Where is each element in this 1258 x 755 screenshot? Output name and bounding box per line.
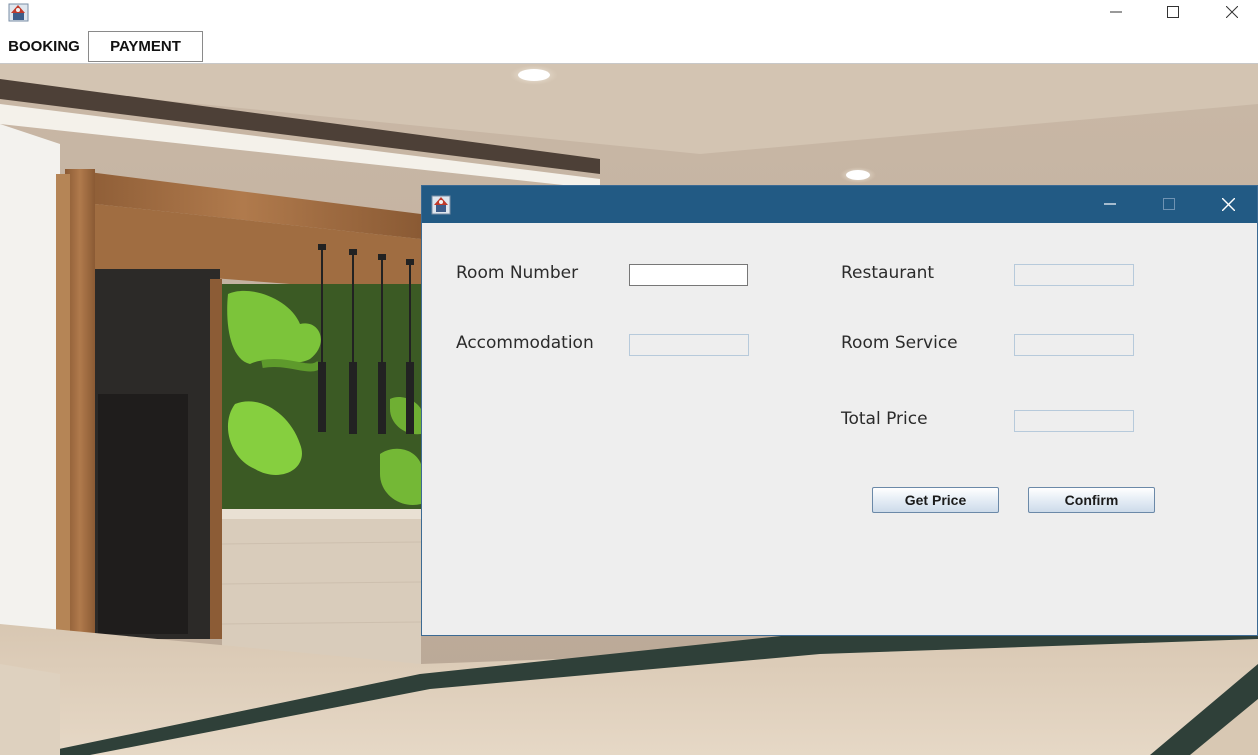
main-window-titlebar — [0, 0, 1258, 26]
payment-dialog: Room Number Accommodation Restaurant Roo… — [421, 185, 1258, 636]
menu-booking[interactable]: BOOKING — [0, 31, 88, 62]
dialog-minimize-icon[interactable] — [1092, 192, 1128, 216]
confirm-button[interactable]: Confirm — [1028, 487, 1155, 513]
accommodation-field[interactable] — [629, 334, 749, 356]
maximize-icon[interactable] — [1150, 0, 1196, 24]
close-icon[interactable] — [1209, 0, 1255, 24]
menu-payment[interactable]: PAYMENT — [88, 31, 203, 62]
room-number-label: Room Number — [456, 263, 579, 283]
dialog-titlebar[interactable] — [422, 186, 1257, 223]
restaurant-label: Restaurant — [841, 263, 935, 283]
accommodation-label: Accommodation — [456, 333, 594, 353]
total-price-label: Total Price — [841, 409, 928, 429]
dialog-close-icon[interactable] — [1210, 192, 1246, 216]
dialog-maximize-icon — [1151, 192, 1187, 216]
total-price-field[interactable] — [1014, 410, 1134, 432]
java-app-icon — [8, 3, 29, 22]
menu-bar: BOOKING PAYMENT — [0, 26, 1258, 64]
restaurant-field[interactable] — [1014, 264, 1134, 286]
minimize-icon[interactable] — [1093, 0, 1139, 24]
room-service-field[interactable] — [1014, 334, 1134, 356]
room-service-label: Room Service — [841, 333, 958, 353]
java-app-icon — [431, 195, 451, 215]
room-number-field[interactable] — [629, 264, 748, 286]
get-price-button[interactable]: Get Price — [872, 487, 999, 513]
